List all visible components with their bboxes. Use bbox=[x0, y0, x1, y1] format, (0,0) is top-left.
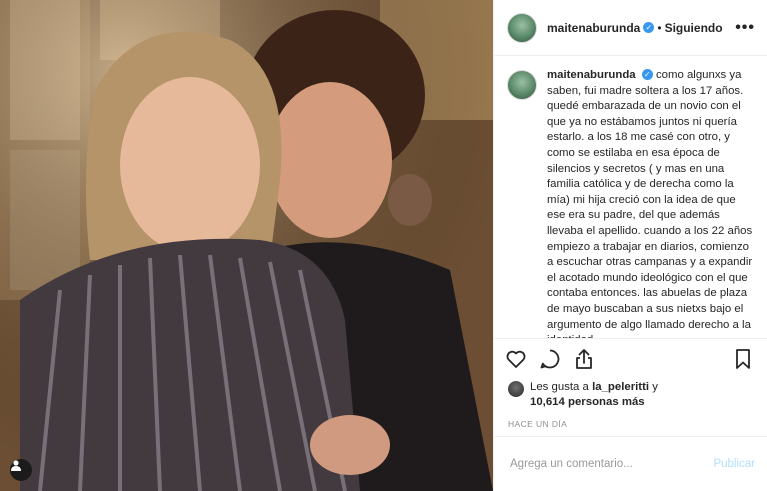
caption-row: maitenaburunda ✓ como algunxs ya saben, … bbox=[507, 68, 755, 338]
instagram-post: maitenaburunda ✓ • Siguiendo ••• maitena… bbox=[0, 0, 767, 491]
share-icon[interactable] bbox=[572, 347, 596, 371]
caption-username[interactable]: maitenaburunda bbox=[547, 69, 636, 81]
likes-summary: Les gusta a la_peleritti y 10,614 person… bbox=[494, 378, 767, 410]
verified-badge-icon: ✓ bbox=[643, 22, 655, 33]
photo-illustration bbox=[0, 0, 493, 491]
publish-button[interactable]: Publicar bbox=[713, 458, 755, 470]
liker-avatar[interactable] bbox=[508, 381, 524, 397]
comments-area: maitenaburunda ✓ como algunxs ya saben, … bbox=[494, 56, 767, 338]
post-timestamp[interactable]: HACE UN DÍA bbox=[494, 410, 767, 436]
post-sidebar: maitenaburunda ✓ • Siguiendo ••• maitena… bbox=[493, 0, 767, 491]
tagged-users-button[interactable] bbox=[10, 459, 32, 481]
separator-dot: • bbox=[657, 20, 662, 35]
liker-username[interactable]: la_peleritti bbox=[592, 381, 649, 393]
likes-prefix: Les gusta a bbox=[530, 381, 593, 393]
author-username[interactable]: maitenaburunda bbox=[547, 21, 640, 35]
more-options-icon[interactable]: ••• bbox=[735, 19, 755, 37]
likes-text: Les gusta a la_peleritti y 10,614 person… bbox=[530, 380, 658, 410]
caption-text: maitenaburunda ✓ como algunxs ya saben, … bbox=[547, 68, 755, 338]
author-avatar[interactable] bbox=[507, 12, 537, 43]
heart-icon[interactable] bbox=[504, 347, 528, 371]
caption-body: como algunxs ya saben, fui madre soltera… bbox=[547, 69, 753, 338]
caption-verified-icon: ✓ bbox=[641, 69, 653, 81]
likes-count[interactable]: 10,614 personas más bbox=[530, 396, 645, 408]
comment-input[interactable] bbox=[508, 457, 714, 471]
comment-icon[interactable] bbox=[538, 347, 562, 371]
action-bar bbox=[494, 338, 767, 378]
likes-suffix: y bbox=[649, 381, 658, 393]
post-header: maitenaburunda ✓ • Siguiendo ••• bbox=[494, 0, 767, 56]
post-photo[interactable] bbox=[0, 0, 493, 491]
caption-avatar[interactable] bbox=[507, 70, 537, 100]
person-icon bbox=[11, 460, 21, 471]
bookmark-icon[interactable] bbox=[731, 347, 755, 371]
following-button[interactable]: Siguiendo bbox=[665, 21, 723, 35]
add-comment-bar: Publicar bbox=[494, 436, 767, 491]
